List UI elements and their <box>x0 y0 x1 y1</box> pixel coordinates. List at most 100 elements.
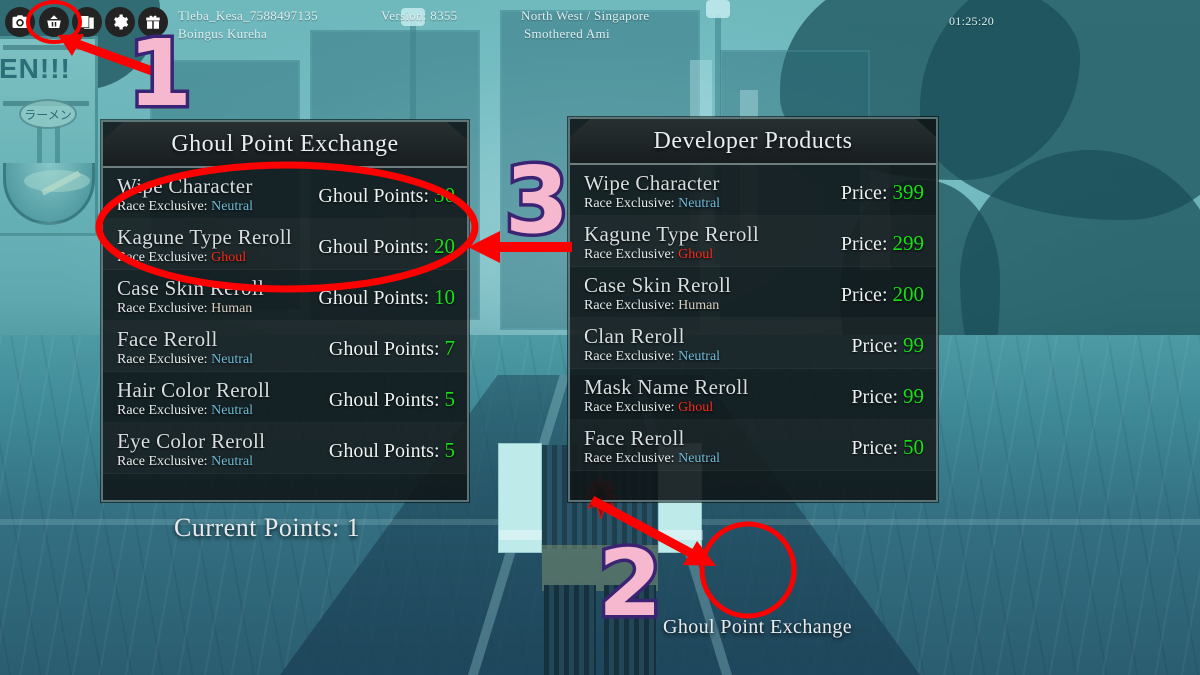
game-version: Version: 8355 <box>381 8 458 23</box>
product-price: Price: 200 <box>841 282 924 307</box>
race-exclusive-value: Ghoul <box>678 247 714 262</box>
product-name: Hair Color Reroll <box>117 378 271 402</box>
product-race-exclusive: Race Exclusive: Neutral <box>117 198 253 215</box>
race-exclusive-value: Ghoul <box>211 250 247 265</box>
shop-sign-badge-text: ラーメン <box>24 107 72 122</box>
product-row[interactable]: Wipe Character Race Exclusive: Neutral Gho… <box>103 168 467 219</box>
race-exclusive-value: Neutral <box>211 454 254 469</box>
game-clock: 01:25:20 <box>949 14 995 28</box>
price-label: Ghoul Points: <box>328 439 440 462</box>
developer-products-panel: Developer Products Wipe Character Race Ex… <box>568 117 938 502</box>
server-name: Smothered Ami <box>524 26 610 41</box>
inventory-book-icon[interactable] <box>72 7 102 37</box>
product-row[interactable]: Kagune Type Reroll Race Exclusive: Ghoul P… <box>570 216 936 267</box>
product-row[interactable]: Hair Color Reroll Race Exclusive: Neutral… <box>103 372 467 423</box>
product-row[interactable]: Face Reroll Race Exclusive: Neutral Ghoul … <box>103 321 467 372</box>
price-label: Price: <box>851 334 898 357</box>
race-exclusive-label: Race Exclusive: <box>584 247 675 262</box>
product-price: Ghoul Points: 20 <box>318 234 455 259</box>
camera-icon[interactable] <box>5 7 35 37</box>
price-value: 5 <box>444 386 456 411</box>
product-race-exclusive: Race Exclusive: Ghoul <box>584 399 749 416</box>
product-row[interactable]: Wipe Character Race Exclusive: Neutral Pri… <box>570 165 936 216</box>
annotation-step-2: 2 <box>594 534 665 633</box>
race-exclusive-value: Neutral <box>211 199 254 214</box>
price-label: Price: <box>851 385 898 408</box>
price-value: 99 <box>903 383 924 408</box>
product-row[interactable]: Kagune Type Reroll Race Exclusive: Ghoul G… <box>103 219 467 270</box>
price-label: Ghoul Points: <box>328 337 440 360</box>
developer-panel-header: Developer Products <box>570 119 936 165</box>
product-row[interactable]: Case Skin Reroll Race Exclusive: Human Pri… <box>570 267 936 318</box>
race-exclusive-value: Neutral <box>211 403 254 418</box>
product-info: Case Skin Reroll Race Exclusive: Human <box>117 277 264 317</box>
player-username: Tleba_Kesa_7588497135 <box>178 8 318 23</box>
exchange-panel-header: Ghoul Point Exchange <box>103 122 467 168</box>
product-name: Wipe Character <box>584 171 720 195</box>
price-value: 30 <box>434 182 455 207</box>
race-exclusive-label: Race Exclusive: <box>584 298 675 313</box>
product-row-partial[interactable] <box>103 474 467 498</box>
race-exclusive-label: Race Exclusive: <box>117 199 208 214</box>
product-info: Wipe Character Race Exclusive: Neutral <box>584 172 720 212</box>
product-race-exclusive: Race Exclusive: Ghoul <box>117 249 292 266</box>
product-info: Face Reroll Race Exclusive: Neutral <box>584 427 720 467</box>
product-race-exclusive: Race Exclusive: Ghoul <box>584 246 759 263</box>
npc-prompt-label: Ghoul Point Exchange <box>663 616 853 638</box>
shop-sign-text: EN!!! <box>0 53 71 84</box>
annotation-step-3: 3 <box>501 151 572 250</box>
product-name: Clan Reroll <box>584 324 685 348</box>
price-value: 7 <box>444 335 456 360</box>
race-exclusive-value: Human <box>678 298 720 313</box>
ramen-shop-sign: EN!!! ラーメン <box>0 36 98 236</box>
product-row-partial[interactable] <box>570 471 936 498</box>
race-exclusive-label: Race Exclusive: <box>584 349 675 364</box>
product-info: Hair Color Reroll Race Exclusive: Neutral <box>117 379 270 419</box>
price-value: 20 <box>434 233 455 258</box>
product-price: Ghoul Points: 5 <box>329 387 455 412</box>
product-name: Case Skin Reroll <box>584 273 732 297</box>
product-price: Ghoul Points: 30 <box>318 183 455 208</box>
product-row[interactable]: Mask Name Reroll Race Exclusive: Ghoul Pri… <box>570 369 936 420</box>
shop-basket-icon[interactable] <box>39 7 69 37</box>
price-label: Ghoul Points: <box>328 388 440 411</box>
product-race-exclusive: Race Exclusive: Neutral <box>584 348 720 365</box>
race-exclusive-label: Race Exclusive: <box>117 250 208 265</box>
price-label: Ghoul Points: <box>318 286 429 309</box>
race-exclusive-label: Race Exclusive: <box>117 352 208 367</box>
product-race-exclusive: Race Exclusive: Neutral <box>117 351 253 368</box>
product-price: Price: 99 <box>851 384 924 409</box>
race-exclusive-value: Ghoul <box>678 400 714 415</box>
product-name: Eye Color Reroll <box>117 429 266 453</box>
product-row[interactable]: Eye Color Reroll Race Exclusive: Neutral G… <box>103 423 467 474</box>
race-exclusive-value: Human <box>211 301 253 316</box>
product-row[interactable]: Case Skin Reroll Race Exclusive: Human Gho… <box>103 270 467 321</box>
product-info: Face Reroll Race Exclusive: Neutral <box>117 328 253 368</box>
developer-panel-list[interactable]: Wipe Character Race Exclusive: Neutral Pri… <box>570 165 936 498</box>
server-region: North West / Singapore <box>521 8 650 23</box>
product-row[interactable]: Face Reroll Race Exclusive: Neutral Price:… <box>570 420 936 471</box>
race-exclusive-label: Race Exclusive: <box>584 451 675 466</box>
annotation-step-1: 1 <box>124 24 195 123</box>
product-price: Price: 50 <box>851 435 924 460</box>
product-price: Price: 299 <box>841 231 924 256</box>
price-label: Price: <box>840 181 888 204</box>
avatar-left-arm <box>498 443 543 553</box>
price-value: 99 <box>903 332 924 357</box>
price-label: Price: <box>840 283 888 306</box>
price-value: 200 <box>892 281 925 306</box>
exchange-panel-list[interactable]: Wipe Character Race Exclusive: Neutral Gho… <box>103 168 467 498</box>
product-name: Face Reroll <box>584 426 685 450</box>
race-exclusive-value: Neutral <box>211 352 254 367</box>
product-name: Wipe Character <box>117 174 253 198</box>
annotation-step-2-text: 2 <box>594 530 665 637</box>
product-info: Mask Name Reroll Race Exclusive: Ghoul <box>584 376 749 416</box>
product-info: Clan Reroll Race Exclusive: Neutral <box>584 325 720 365</box>
product-info: Wipe Character Race Exclusive: Neutral <box>117 175 253 215</box>
race-exclusive-label: Race Exclusive: <box>584 400 675 415</box>
exchange-panel-title: Ghoul Point Exchange <box>171 130 399 157</box>
price-value: 50 <box>903 434 924 459</box>
product-row[interactable]: Clan Reroll Race Exclusive: Neutral Price:… <box>570 318 936 369</box>
product-name: Mask Name Reroll <box>584 375 749 399</box>
product-info: Case Skin Reroll Race Exclusive: Human <box>584 274 731 314</box>
